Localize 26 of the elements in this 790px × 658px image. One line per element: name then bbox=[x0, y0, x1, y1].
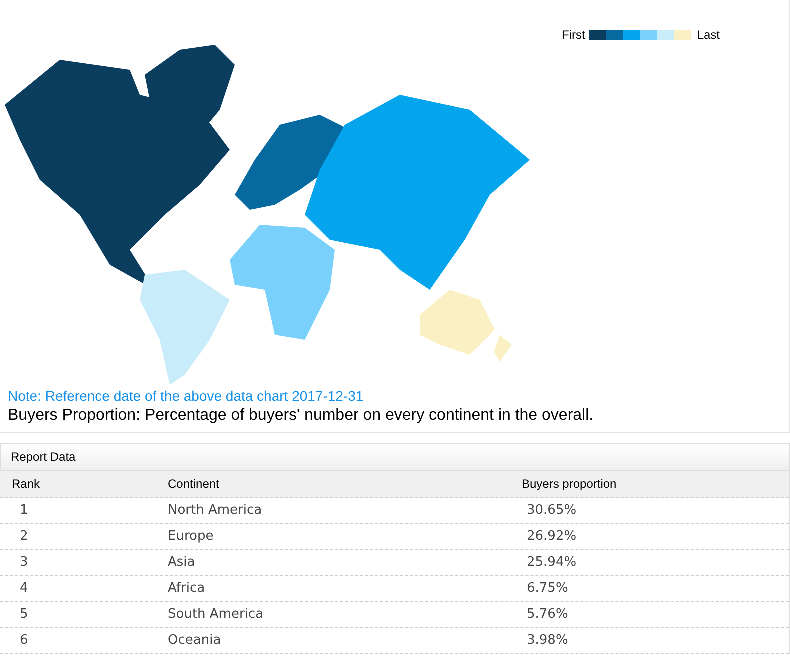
table-cell: 3 bbox=[20, 554, 28, 570]
column-header: Continent bbox=[168, 477, 220, 491]
table-cell: 25.94% bbox=[527, 554, 577, 570]
table-cell: 6.75% bbox=[527, 580, 568, 596]
caption-text: Buyers Proportion: Percentage of buyers' number on every continent in the overall. bbox=[8, 406, 595, 426]
table-cell: 2 bbox=[20, 528, 28, 544]
table-cell: South America bbox=[168, 606, 264, 622]
table-cell: 5 bbox=[20, 606, 28, 622]
legend-label: First bbox=[562, 27, 586, 44]
table-cell: North America bbox=[168, 502, 262, 518]
table-cell: 30.65% bbox=[527, 502, 577, 518]
note-text: Note: Reference date of the above data chart 2017-12-31 bbox=[8, 387, 365, 405]
panel-title: Report Data bbox=[11, 449, 76, 466]
column-header: Rank bbox=[12, 477, 40, 491]
column-header: Buyers proportion bbox=[522, 477, 617, 491]
table-cell: Asia bbox=[168, 554, 196, 570]
table-cell: Africa bbox=[168, 580, 206, 596]
legend-label: Last bbox=[697, 27, 720, 44]
table-cell: 4 bbox=[20, 580, 28, 596]
table-cell: 1 bbox=[20, 502, 28, 518]
table-cell: Europe bbox=[168, 528, 214, 544]
table-cell: 26.92% bbox=[527, 528, 577, 544]
table-cell: 6 bbox=[20, 632, 28, 648]
table-cell: Oceania bbox=[168, 632, 222, 648]
table-cell: 3.98% bbox=[527, 632, 568, 648]
table-cell: 5.76% bbox=[527, 606, 568, 622]
